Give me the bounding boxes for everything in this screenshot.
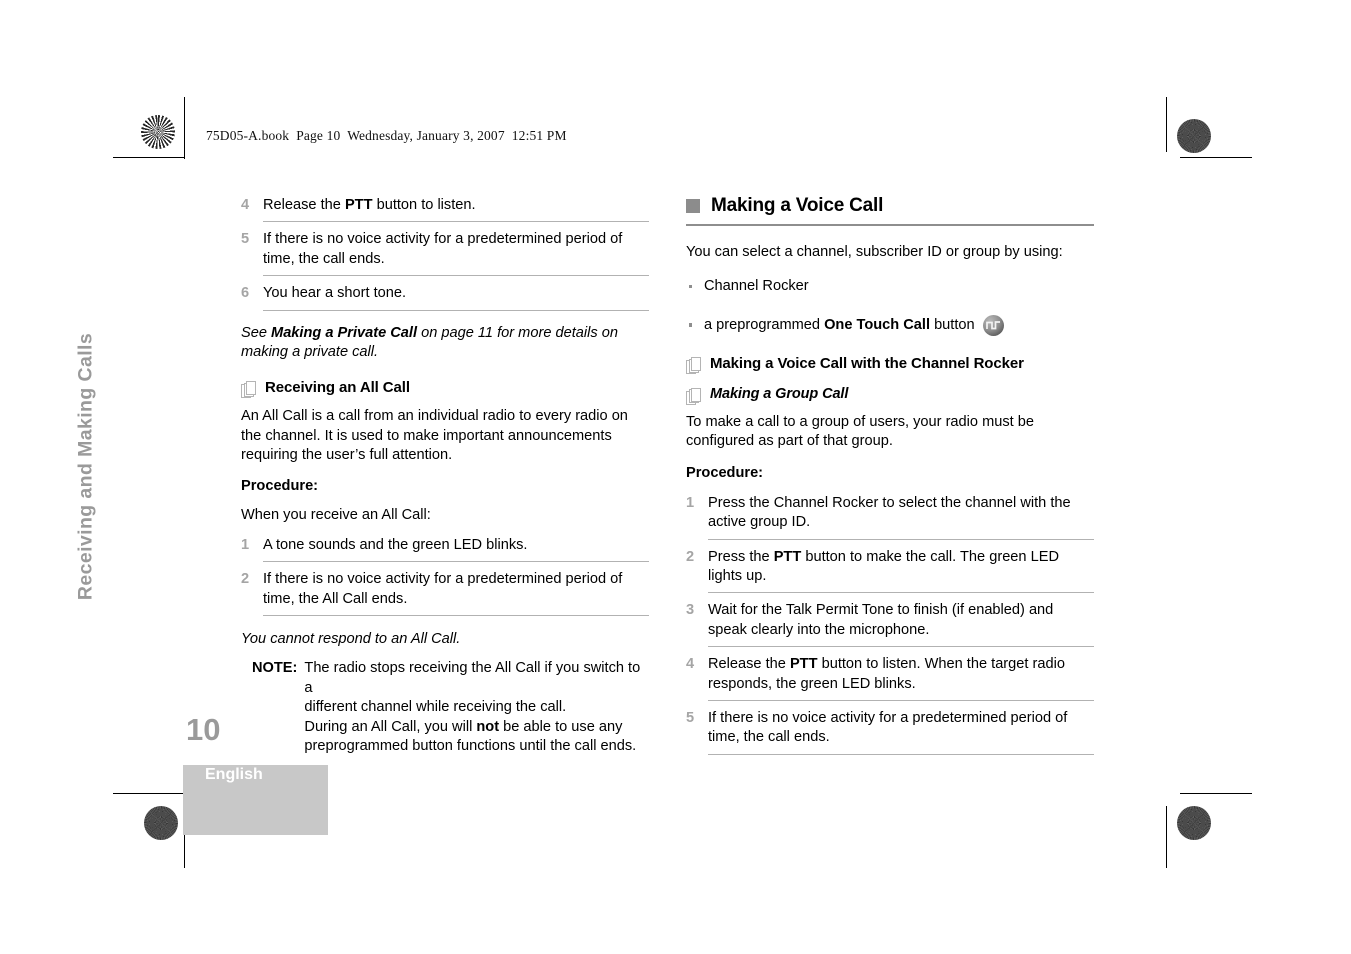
step-text: Press the Channel Rocker to select the c… bbox=[708, 493, 1094, 540]
procedure-step: 4 Release the PTT button to listen. bbox=[241, 195, 649, 229]
halftone-star-target bbox=[1177, 806, 1211, 840]
note-line: different channel while receiving the ca… bbox=[304, 699, 567, 716]
procedure-step: 4 Release the PTT button to listen. When … bbox=[686, 654, 1094, 708]
print-slug-text: 75D05-A.book Page 10 Wednesday, January … bbox=[206, 128, 567, 143]
subsection-heading-making-a-group-call: Making a Group Call bbox=[686, 385, 1094, 405]
chapter-side-tab: Receiving and Making Calls bbox=[74, 332, 97, 601]
chapter-rule-divider bbox=[686, 224, 1094, 227]
list-item: a preprogrammed One Touch Call button bbox=[686, 315, 1094, 337]
step-number: 2 bbox=[241, 571, 250, 588]
section-heading-making-voice-call-channel-rocker: Making a Voice Call with the Channel Roc… bbox=[686, 355, 1094, 375]
step-number: 1 bbox=[241, 536, 250, 553]
procedure-step: 2 If there is no voice activity for a pre… bbox=[241, 569, 649, 623]
procedure-step: 3 Wait for the Talk Permit Tone to finish… bbox=[686, 600, 1094, 654]
registration-mark bbox=[126, 151, 182, 207]
step-number: 4 bbox=[686, 656, 695, 673]
registration-mark bbox=[123, 447, 179, 503]
subsection-intro-paragraph: To make a call to a group of users, your… bbox=[686, 413, 1034, 450]
procedure-step: 5 If there is no voice activity for a pre… bbox=[241, 229, 649, 283]
step-text: Release the PTT button to listen. When t… bbox=[708, 654, 1094, 702]
halftone-star-target bbox=[1177, 119, 1211, 153]
registration-mark bbox=[1117, 100, 1173, 156]
procedure-step: 2 Press the PTT button to make the call. … bbox=[686, 547, 1094, 601]
registration-mark bbox=[1164, 447, 1220, 503]
list-item-label: a preprogrammed One Touch Call button bbox=[704, 317, 975, 333]
post-steps-note: You cannot respond to an All Call. bbox=[241, 631, 461, 648]
chapter-intro-paragraph: You can select a channel, subscriber ID … bbox=[686, 244, 1063, 261]
section-heading-receiving-an-all-call: Receiving an All Call bbox=[241, 379, 649, 399]
step-text: Wait for the Talk Permit Tone to finish … bbox=[708, 600, 1094, 648]
procedure-step: 1 A tone sounds and the green LED blinks. bbox=[241, 535, 649, 569]
procedure-step: 6 You hear a short tone. bbox=[241, 283, 649, 317]
subsection-heading-label: Making a Group Call bbox=[710, 385, 849, 402]
step-text: If there is no voice activity for a pred… bbox=[263, 569, 649, 617]
all-call-steps-list: 1 A tone sounds and the green LED blinks.… bbox=[241, 535, 649, 623]
note-line: The radio stops receiving the All Call i… bbox=[304, 660, 641, 696]
procedure-step: 1 Press the Channel Rocker to select the … bbox=[686, 493, 1094, 547]
halftone-star-target bbox=[141, 115, 175, 149]
right-column: Making a Voice Call You can select a cha… bbox=[686, 195, 1094, 762]
procedure-lead-text: When you receive an All Call: bbox=[241, 507, 431, 524]
chapter-title-label: Making a Voice Call bbox=[711, 195, 884, 216]
square-bullet-icon bbox=[686, 199, 700, 213]
step-text: If there is no voice activity for a pred… bbox=[708, 708, 1094, 755]
note-body: The radio stops receiving the All Call i… bbox=[304, 659, 649, 756]
list-item-label: Channel Rocker bbox=[704, 277, 809, 294]
section-heading-label: Making a Voice Call with the Channel Roc… bbox=[710, 355, 1024, 373]
registration-mark bbox=[1117, 794, 1173, 850]
registration-mark bbox=[1166, 151, 1222, 207]
cross-reference-text: See Making a Private Call on page 11 for… bbox=[241, 324, 618, 361]
step-number: 5 bbox=[241, 231, 250, 248]
registration-mark bbox=[647, 793, 703, 849]
page-stack-icon bbox=[686, 387, 701, 405]
trim-line-vertical bbox=[1166, 97, 1168, 152]
step-number: 4 bbox=[241, 197, 250, 213]
step-text: You hear a short tone. bbox=[263, 283, 649, 311]
note-line: During an All Call, you will not be able… bbox=[304, 718, 623, 735]
group-call-steps-list: 1 Press the Channel Rocker to select the … bbox=[686, 493, 1094, 762]
section-heading-label: Receiving an All Call bbox=[265, 379, 410, 397]
note-label: NOTE: bbox=[252, 660, 298, 677]
list-item: Channel Rocker bbox=[686, 277, 1094, 296]
one-touch-call-button-icon bbox=[982, 315, 1004, 337]
note-block: NOTE: The radio stops receiving the All … bbox=[241, 659, 649, 756]
note-line: preprogrammed button functions until the… bbox=[304, 738, 637, 755]
chapter-heading-making-a-voice-call: Making a Voice Call bbox=[686, 195, 1094, 217]
step-text: If there is no voice activity for a pred… bbox=[263, 229, 649, 277]
page-number: 10 bbox=[186, 712, 221, 747]
step-text: Press the PTT button to make the call. T… bbox=[708, 547, 1094, 594]
procedure-label: Procedure: bbox=[241, 478, 319, 495]
step-number: 5 bbox=[686, 710, 695, 727]
left-column: 4 Release the PTT button to listen. 5 If th… bbox=[241, 195, 649, 756]
procedure-step: 5 If there is no voice activity for a pre… bbox=[686, 708, 1094, 762]
step-number: 1 bbox=[686, 494, 695, 511]
procedure-label: Procedure: bbox=[686, 464, 764, 481]
step-number: 3 bbox=[686, 602, 695, 619]
step-number: 6 bbox=[241, 285, 250, 302]
step-text: A tone sounds and the green LED blinks. bbox=[263, 535, 649, 563]
page-stack-icon bbox=[686, 357, 701, 375]
section-intro-paragraph: An All Call is a call from an individual… bbox=[241, 408, 628, 463]
language-label: English bbox=[205, 766, 263, 783]
step-number: 2 bbox=[686, 548, 695, 565]
continued-steps-list: 4 Release the PTT button to listen. 5 If th… bbox=[241, 195, 649, 318]
selection-method-list: Channel Rocker a preprogrammed One Touch … bbox=[686, 277, 1094, 337]
step-text: Release the PTT button to listen. bbox=[263, 195, 649, 223]
trim-line-horizontal bbox=[1180, 793, 1252, 795]
page-stack-icon bbox=[241, 381, 256, 399]
